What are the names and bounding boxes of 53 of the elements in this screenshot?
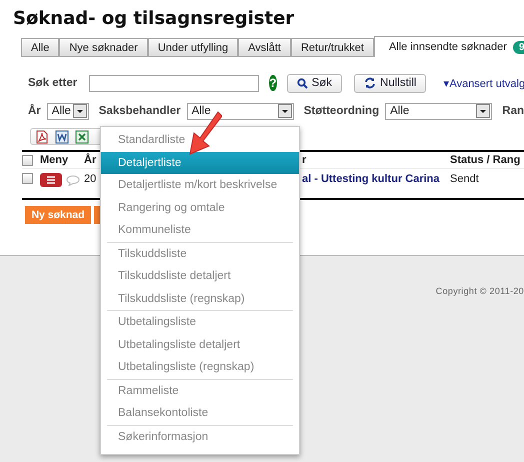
menu-item[interactable]: Kommuneliste	[101, 219, 299, 242]
search-label: Søk etter	[28, 77, 78, 89]
word-icon[interactable]	[55, 130, 69, 144]
pdf-icon[interactable]	[35, 130, 49, 144]
row-menu-button[interactable]	[40, 173, 62, 187]
tab[interactable]: Alle	[21, 38, 60, 56]
column-header: Status / Rang	[450, 154, 520, 166]
tab[interactable]: Alle innsendte søknader 9	[374, 36, 524, 57]
advanced-search-link[interactable]: ▾Avansert utvalg	[443, 76, 524, 90]
spreadsheet-icon[interactable]	[75, 130, 89, 144]
filter-label: År	[28, 105, 41, 117]
menu-item[interactable]: Tilskuddsliste detaljert	[101, 265, 299, 288]
menu-item[interactable]: Tilskuddsliste (regnskap)	[101, 288, 299, 310]
column-header: r	[302, 154, 306, 166]
menu-item[interactable]: Standardliste	[101, 129, 299, 152]
filter-select[interactable]: Alle	[186, 102, 294, 120]
menu-item[interactable]: Utbetalingsliste	[101, 311, 299, 334]
filter-select[interactable]: Alle	[46, 102, 89, 120]
application-link[interactable]: al - Uttesting kultur Carina	[302, 173, 440, 185]
page-title: Søknad- og tilsagnsregister	[13, 8, 296, 30]
table-cell: 20	[84, 173, 96, 185]
menu-item[interactable]: Detaljertliste	[101, 152, 299, 174]
new-application-button[interactable]: Ny søknad	[25, 206, 91, 224]
menu-item[interactable]: Søkerinformasjon	[101, 426, 299, 448]
menu-item[interactable]: Detaljertliste m/kort beskrivelse	[101, 174, 299, 196]
menu-item[interactable]: Rangering og omtale	[101, 196, 299, 219]
filter-select[interactable]: Alle	[385, 102, 492, 120]
menu-icon	[46, 176, 56, 184]
refresh-icon	[364, 77, 376, 89]
tab[interactable]: Avslått	[238, 38, 291, 56]
search-icon	[296, 78, 308, 88]
filter-label: Saksbehandler	[98, 105, 181, 117]
tab[interactable]: Retur/trukket	[290, 38, 374, 56]
column-header: År	[84, 154, 96, 166]
menu-item[interactable]: Utbetalingsliste detaljert	[101, 334, 299, 356]
menu-item[interactable]: Balansekontoliste	[101, 402, 299, 424]
row-checkbox[interactable]	[22, 173, 33, 184]
filter-label: Ran	[502, 105, 524, 117]
column-header: Meny	[40, 154, 68, 166]
help-icon[interactable]: ?	[269, 75, 277, 91]
tab[interactable]: Nye søknader	[59, 38, 148, 56]
copyright-text: Copyright © 2011-20	[436, 286, 524, 296]
menu-item[interactable]: Utbetalingsliste (regnskap)	[101, 356, 299, 378]
filter-label: Støtteordning	[304, 105, 380, 117]
select-all-checkbox[interactable]	[22, 154, 33, 166]
reset-button[interactable]: Nullstill	[354, 74, 426, 92]
tab[interactable]: Under utfylling	[148, 38, 238, 56]
search-field[interactable]	[89, 74, 260, 92]
table-cell: Sendt	[450, 173, 479, 185]
menu-item[interactable]: Rammeliste	[101, 380, 299, 402]
search-button[interactable]: Søk	[286, 74, 342, 92]
menu-item[interactable]: Tilskuddsliste	[101, 242, 299, 265]
count-badge: 9	[512, 40, 524, 54]
